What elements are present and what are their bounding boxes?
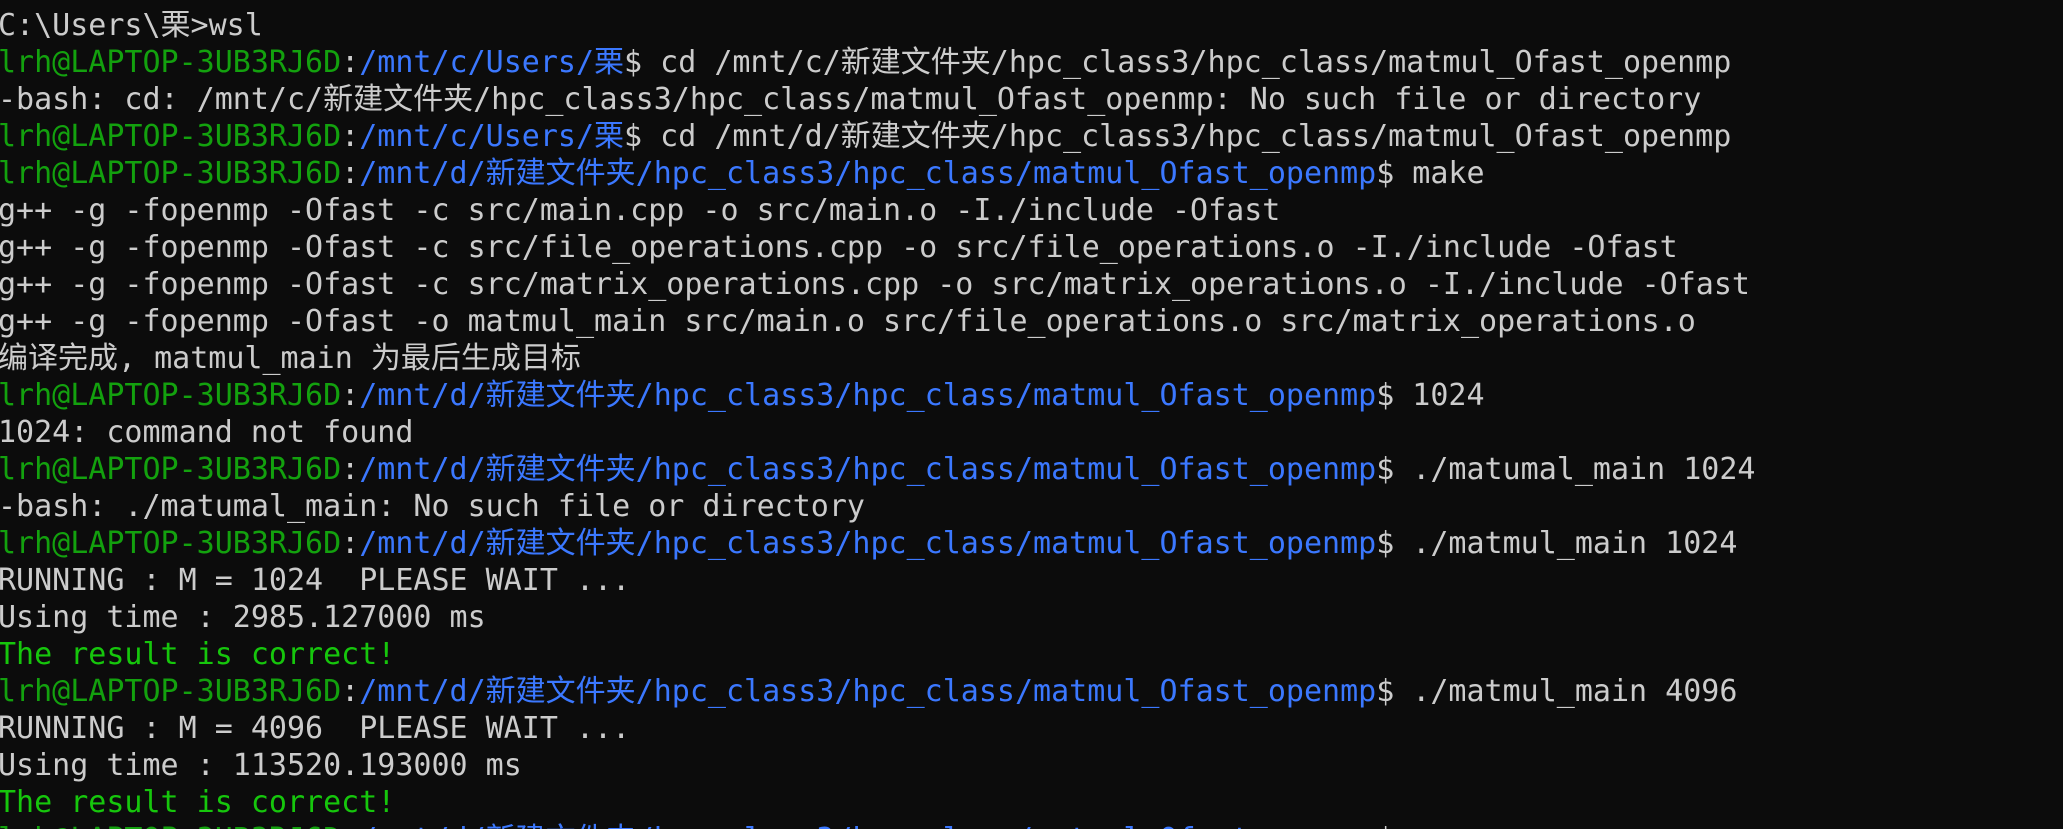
terminal-line: lrh@LAPTOP-3UB3RJ6D:/mnt/d/新建文件夹/hpc_cla… xyxy=(0,673,2063,710)
output-text: RUNNING : M = 4096 PLEASE WAIT ... xyxy=(0,711,631,746)
terminal-line: lrh@LAPTOP-3UB3RJ6D:/mnt/d/新建文件夹/hpc_cla… xyxy=(0,525,2063,562)
prompt-user-host: lrh@LAPTOP-3UB3RJ6D xyxy=(0,119,342,154)
output-text: 编译完成, matmul_main 为最后生成目标 xyxy=(0,341,581,376)
terminal-line: lrh@LAPTOP-3UB3RJ6D:/mnt/c/Users/栗$ cd /… xyxy=(0,44,2063,81)
terminal-line: Using time : 113520.193000 ms xyxy=(0,747,2063,784)
prompt-separator: : xyxy=(341,452,360,487)
output-text: 1024: command not found xyxy=(0,415,414,450)
output-text: g++ -g -fopenmp -Ofast -c src/file_opera… xyxy=(0,230,1678,265)
prompt-separator: : xyxy=(341,119,360,154)
terminal-line: lrh@LAPTOP-3UB3RJ6D:/mnt/d/新建文件夹/hpc_cla… xyxy=(0,155,2063,192)
terminal-line: C:\Users\栗>wsl xyxy=(0,7,2063,44)
terminal-line: 1024: command not found xyxy=(0,414,2063,451)
prompt-user-host: lrh@LAPTOP-3UB3RJ6D xyxy=(0,822,341,829)
prompt-user-host: lrh@LAPTOP-3UB3RJ6D xyxy=(0,45,342,80)
terminal-line: -bash: cd: /mnt/c/新建文件夹/hpc_class3/hpc_c… xyxy=(0,81,2063,118)
output-text: C:\Users\栗>wsl xyxy=(0,8,263,43)
output-text: g++ -g -fopenmp -Ofast -o matmul_main sr… xyxy=(0,304,1696,339)
prompt-path: /mnt/d/新建文件夹/hpc_class3/hpc_class/matmul… xyxy=(359,822,1376,829)
output-text: -bash: cd: /mnt/c/新建文件夹/hpc_class3/hpc_c… xyxy=(0,82,1702,117)
terminal-line: RUNNING : M = 4096 PLEASE WAIT ... xyxy=(0,710,2063,747)
prompt-user-host: lrh@LAPTOP-3UB3RJ6D xyxy=(0,156,342,191)
prompt-separator: : xyxy=(341,378,360,413)
prompt-user-host: lrh@LAPTOP-3UB3RJ6D xyxy=(0,452,342,487)
success-message: The result is correct! xyxy=(0,785,396,820)
terminal-line: 编译完成, matmul_main 为最后生成目标 xyxy=(0,340,2063,377)
terminal-line: g++ -g -fopenmp -Ofast -c src/matrix_ope… xyxy=(0,266,2063,303)
terminal-line: g++ -g -fopenmp -Ofast -o matmul_main sr… xyxy=(0,303,2063,340)
terminal-line: Using time : 2985.127000 ms xyxy=(0,599,2063,636)
output-text: Using time : 2985.127000 ms xyxy=(0,600,486,635)
terminal-line: RUNNING : M = 1024 PLEASE WAIT ... xyxy=(0,562,2063,599)
terminal-line: lrh@LAPTOP-3UB3RJ6D:/mnt/d/新建文件夹/hpc_cla… xyxy=(0,377,2063,414)
output-text: RUNNING : M = 1024 PLEASE WAIT ... xyxy=(0,563,631,598)
output-text: g++ -g -fopenmp -Ofast -c src/matrix_ope… xyxy=(0,267,1750,302)
prompt-separator: : xyxy=(341,45,360,80)
prompt-path: /mnt/d/新建文件夹/hpc_class3/hpc_class/matmul… xyxy=(359,452,1377,487)
prompt-command: $ ./matmul_main 4096 xyxy=(1376,674,1738,709)
terminal-line: The result is correct! xyxy=(0,636,2063,673)
terminal-line: The result is correct! xyxy=(0,784,2063,821)
terminal-line: -bash: ./matumal_main: No such file or d… xyxy=(0,488,2063,525)
prompt-path: /mnt/c/Users/栗 xyxy=(359,45,625,80)
terminal-line: lrh@LAPTOP-3UB3RJ6D:/mnt/c/Users/栗$ cd /… xyxy=(0,118,2063,155)
prompt-command: $ make xyxy=(1376,156,1485,191)
output-text: -bash: ./matumal_main: No such file or d… xyxy=(0,489,865,524)
prompt-command: $ ./matumal_main 1024 xyxy=(1376,452,1756,487)
prompt-path: /mnt/c/Users/栗 xyxy=(359,119,625,154)
output-text: g++ -g -fopenmp -Ofast -c src/main.cpp -… xyxy=(0,193,1281,228)
prompt-command: $ cd /mnt/d/新建文件夹/hpc_class3/hpc_class/m… xyxy=(624,119,1732,154)
terminal-line: lrh@LAPTOP-3UB3RJ6D:/mnt/d/新建文件夹/hpc_cla… xyxy=(0,821,2063,829)
terminal-line: g++ -g -fopenmp -Ofast -c src/file_opera… xyxy=(0,229,2063,266)
prompt-separator: : xyxy=(341,822,359,829)
prompt-path: /mnt/d/新建文件夹/hpc_class3/hpc_class/matmul… xyxy=(359,156,1377,191)
terminal-window[interactable]: C:\Users\栗>wsl lrh@LAPTOP-3UB3RJ6D:/mnt/c… xyxy=(0,0,2063,829)
terminal-line: lrh@LAPTOP-3UB3RJ6D:/mnt/d/新建文件夹/hpc_cla… xyxy=(0,451,2063,488)
prompt-command: $ ./matmul_main 1024 xyxy=(1376,526,1738,561)
prompt-path: /mnt/d/新建文件夹/hpc_class3/hpc_class/matmul… xyxy=(359,378,1377,413)
prompt-separator: : xyxy=(341,526,360,561)
prompt-separator: : xyxy=(341,156,360,191)
prompt-user-host: lrh@LAPTOP-3UB3RJ6D xyxy=(0,674,342,709)
prompt-path: /mnt/d/新建文件夹/hpc_class3/hpc_class/matmul… xyxy=(359,526,1377,561)
output-text: Using time : 113520.193000 ms xyxy=(0,748,522,783)
prompt-path: /mnt/d/新建文件夹/hpc_class3/hpc_class/matmul… xyxy=(359,674,1377,709)
prompt-command: $ cd /mnt/c/新建文件夹/hpc_class3/hpc_class/m… xyxy=(624,45,1732,80)
prompt-user-host: lrh@LAPTOP-3UB3RJ6D xyxy=(0,378,342,413)
success-message: The result is correct! xyxy=(0,637,396,672)
prompt-command: $ 1024 xyxy=(1376,378,1485,413)
prompt-user-host: lrh@LAPTOP-3UB3RJ6D xyxy=(0,526,342,561)
prompt-separator: : xyxy=(341,674,360,709)
prompt-command: $ xyxy=(1376,822,1394,829)
terminal-line: g++ -g -fopenmp -Ofast -c src/main.cpp -… xyxy=(0,192,2063,229)
